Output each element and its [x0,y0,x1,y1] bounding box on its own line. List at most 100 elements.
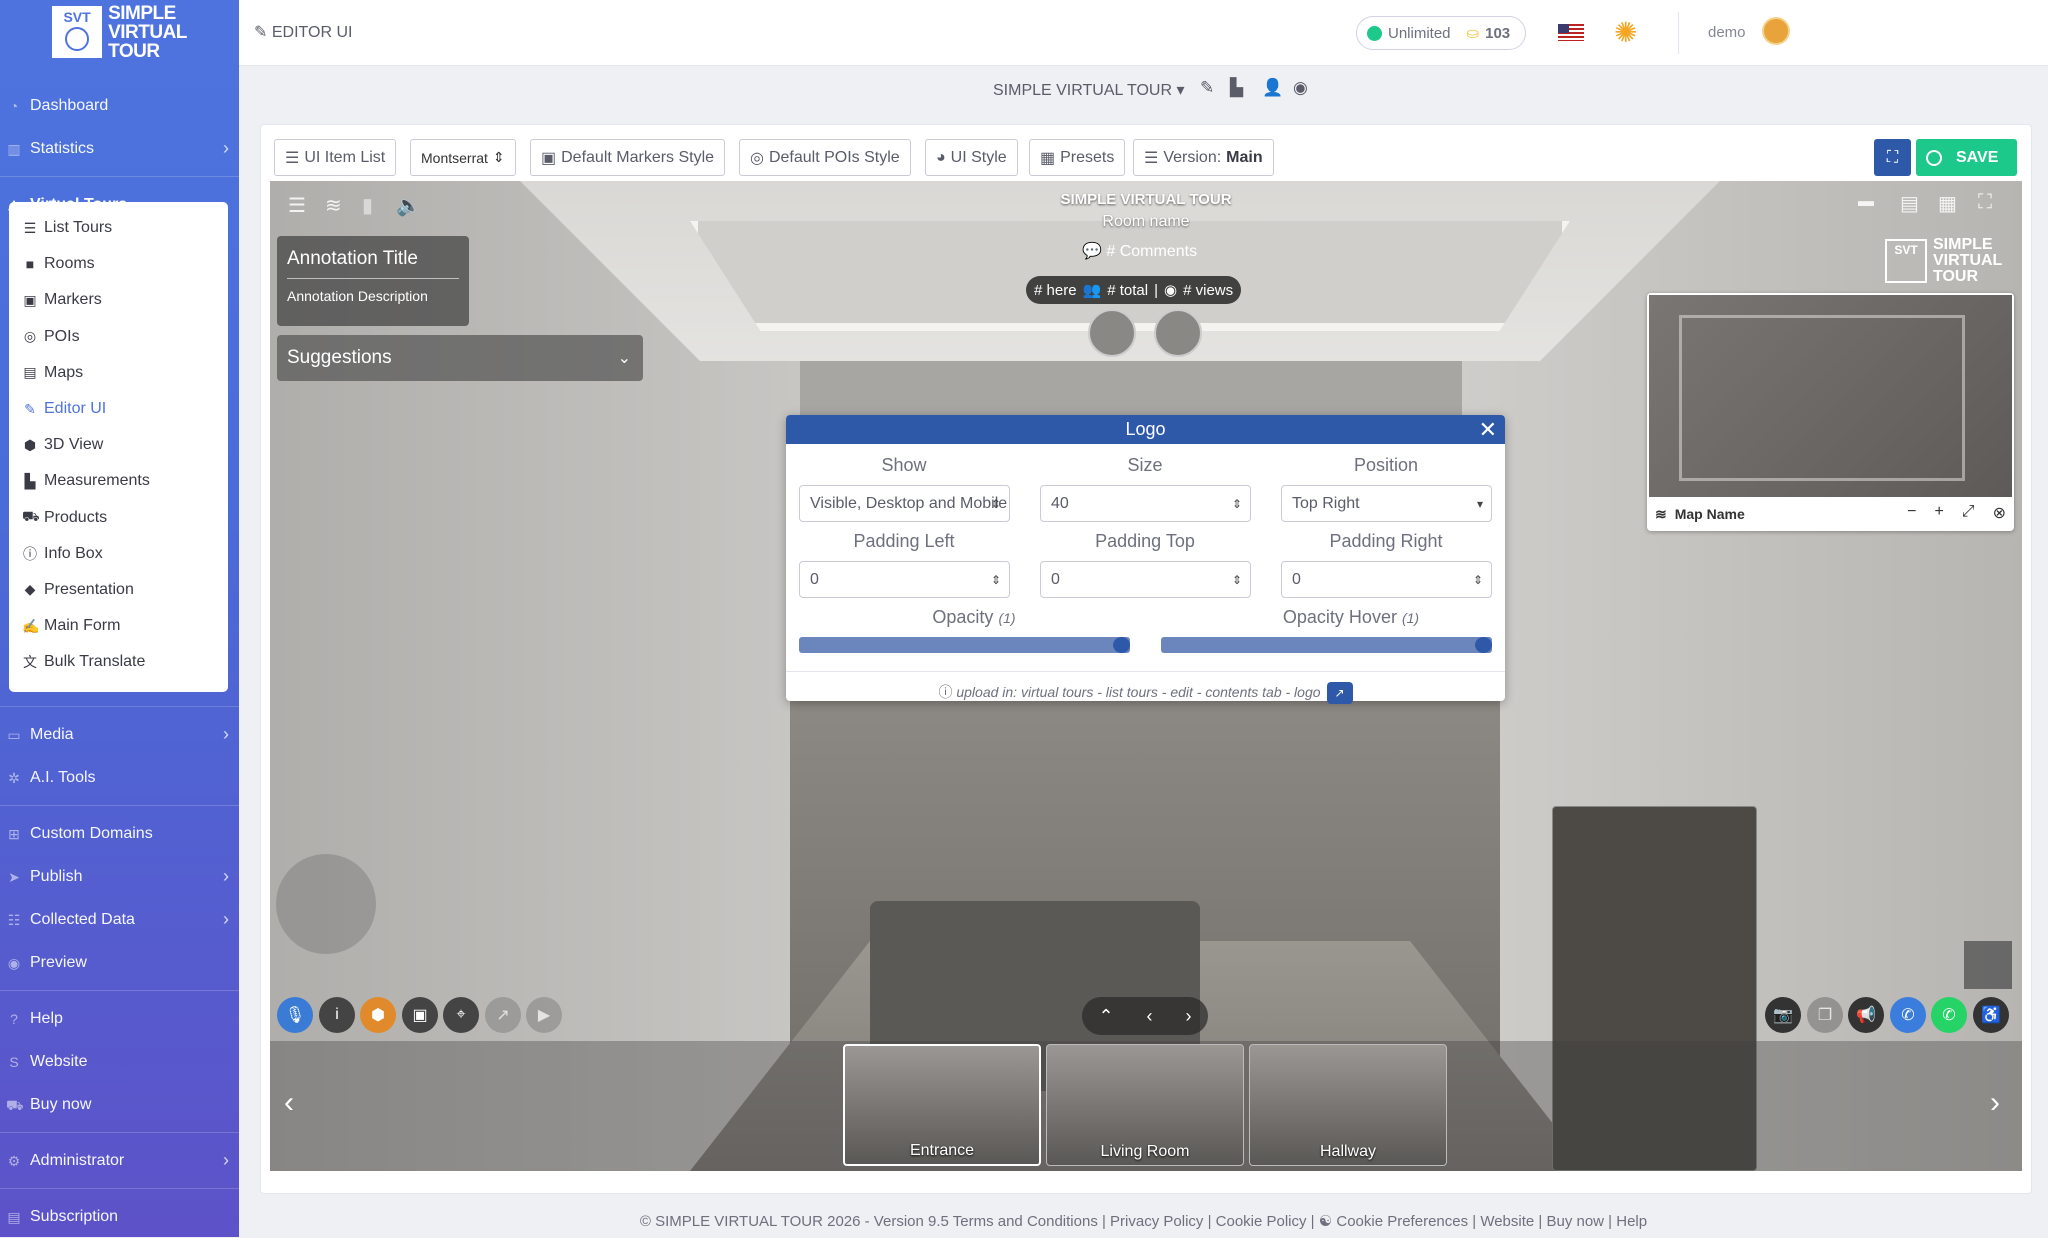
sidebar-item-collected-data[interactable]: ☷ Collected Data › [0,898,239,941]
size-input[interactable]: 40 ⇕ [1040,485,1251,522]
submenu-bulk-translate[interactable]: 文 Bulk Translate [9,644,228,680]
chevron-left-icon[interactable]: ‹ [1147,1006,1153,1027]
brand-logo[interactable]: SVT SIMPLE VIRTUAL TOUR [0,0,239,64]
submenu-maps[interactable]: ▤ Maps [9,355,228,391]
sun-icon[interactable]: ✺ [1614,16,1637,49]
opacity-slider[interactable] [799,637,1130,653]
submenu-pois[interactable]: ◎ POIs [9,319,228,355]
fullscreen-icon[interactable]: ⛶ [1978,191,1992,214]
zoom-in-icon[interactable]: + [1934,503,1943,523]
save-button[interactable]: SAVE [1916,139,2017,176]
floor-plan-image[interactable] [1649,295,2012,497]
sidebar-item-statistics[interactable]: ▥ Statistics › [0,127,239,170]
padding-right-input[interactable]: 0 ⇕ [1281,561,1492,598]
submenu-rooms[interactable]: ■ Rooms [9,246,228,282]
stepper-icon: ⇕ [1231,496,1242,511]
sidebar-item-website[interactable]: S Website [0,1040,239,1083]
user-name[interactable]: demo [1708,24,1746,41]
avatar[interactable] [1088,309,1136,357]
messenger-icon[interactable]: ✆ [1890,997,1926,1033]
show-select[interactable]: Visible, Desktop and Mobile ⇕ [799,485,1010,522]
chevron-left-icon[interactable]: ‹ [284,1086,294,1120]
presets-button[interactable]: ▦ Presets [1029,139,1126,176]
expand-icon[interactable]: ⤢ [1962,503,1975,523]
sidebar-item-buy-now[interactable]: ⛟ Buy now [0,1083,239,1126]
submenu-info-box[interactable]: ⓘ Info Box [9,536,228,572]
megaphone-icon[interactable]: 📢 [1848,997,1884,1033]
sidebar-item-custom-domains[interactable]: ⊞ Custom Domains [0,812,239,855]
avatar[interactable] [1762,17,1790,45]
ui-style-button[interactable]: ◕ UI Style [925,139,1018,176]
sidebar-item-media[interactable]: ▭ Media › [0,713,239,756]
eye-icon[interactable]: ◉ [1293,78,1308,98]
sidebar-item-dashboard[interactable]: ◔ Dashboard [0,84,239,127]
sidebar-item-ai-tools[interactable]: ✲ A.I. Tools [0,756,239,799]
zoom-out-icon[interactable]: − [1907,503,1916,523]
flag-icon[interactable]: ▬ [1858,193,1874,211]
close-icon[interactable]: ⊗ [1993,503,2006,523]
submenu-main-form[interactable]: ✍ Main Form [9,608,228,644]
editor-ui-icon[interactable]: ▙ [1230,78,1243,98]
submenu-measurements[interactable]: ▙ Measurements [9,463,228,499]
sidebar-item-subscription[interactable]: ▤ Subscription [0,1195,239,1238]
submenu-list-tours[interactable]: ☰ List Tours [9,210,228,246]
submenu-presentation[interactable]: ◆ Presentation [9,572,228,608]
comments-link[interactable]: 💬 # Comments [1082,241,1197,261]
sidebar-item-publish[interactable]: ➤ Publish › [0,855,239,898]
navigation-joystick[interactable] [276,854,376,954]
gallery-icon[interactable]: ▣ [402,997,438,1033]
person-icon[interactable]: 👤 [1262,78,1283,98]
chevron-right-icon[interactable]: › [1186,1006,1192,1027]
sidebar-item-help[interactable]: ? Help [0,997,239,1040]
sidebar-item-preview[interactable]: ◉ Preview [0,941,239,984]
submenu-products[interactable]: ⛟ Products [9,500,228,536]
position-select[interactable]: Top Right ▾ [1281,485,1492,522]
bullseye-icon: ◎ [750,149,764,167]
submenu-editor-ui[interactable]: ✎ Editor UI [9,391,228,427]
chevron-down-icon: ⌄ [617,350,631,367]
room-thumbnail-entrance[interactable]: Entrance [843,1044,1041,1166]
default-pois-style-button[interactable]: ◎ Default POIs Style [739,139,911,176]
mic-icon[interactable]: 🎙 [277,997,313,1033]
map-widget[interactable]: ≋ Map Name − + ⤢ ⊗ [1647,293,2014,531]
room-thumbnail-hallway[interactable]: Hallway [1249,1044,1447,1166]
map-icon[interactable]: ▤ [1900,191,1919,216]
chevron-up-icon[interactable]: ⌃ [1098,1006,1113,1027]
padding-top-input[interactable]: 0 ⇕ [1040,561,1251,598]
whatsapp-icon[interactable]: ✆ [1931,997,1967,1033]
accessibility-icon[interactable]: ♿ [1973,997,2009,1033]
avatar[interactable] [1154,309,1202,357]
copy-icon[interactable]: ❐ [1807,997,1843,1033]
external-link-icon[interactable]: ↗ [1326,682,1353,705]
room-thumbnail-living-room[interactable]: Living Room [1046,1044,1244,1166]
tour-title: SIMPLE VIRTUAL TOUR [1060,191,1232,208]
close-icon[interactable]: ✕ [1479,415,1497,444]
submenu-markers[interactable]: ▣ Markers [9,282,228,318]
camera-icon[interactable]: 📷 [1765,997,1801,1033]
padding-left-input[interactable]: 0 ⇕ [799,561,1010,598]
font-select[interactable]: Montserrat ⇕ [410,139,516,176]
version-button[interactable]: ☰ Version: Main [1133,139,1274,176]
edit-icon[interactable]: ✎ [1200,78,1214,98]
default-markers-style-button[interactable]: ▣ Default Markers Style [530,139,726,176]
floorplan-icon[interactable]: ▦ [1938,191,1957,216]
database-icon: ☷ [7,911,21,928]
list-icon: ☰ [23,219,37,236]
chevron-right-icon[interactable]: › [1990,1086,2000,1120]
info-icon[interactable]: i [319,997,355,1033]
cube-icon[interactable]: ⬢ [360,997,396,1033]
tour-selector[interactable]: SIMPLE VIRTUAL TOUR ▾ [993,80,1185,100]
sidebar-item-administrator[interactable]: ⚙ Administrator › [0,1139,239,1182]
opacity-hover-slider[interactable] [1161,637,1492,653]
slider-handle[interactable] [1475,637,1492,653]
submenu-3d-view[interactable]: ⬢ 3D View [9,427,228,463]
credits-badge[interactable]: Unlimited ⛀ 103 [1356,16,1526,50]
slider-handle[interactable] [1113,637,1130,653]
presentation-icon[interactable]: ▶ [526,997,562,1033]
share-icon[interactable]: ↗ [485,997,521,1033]
location-icon[interactable]: ⌖ [443,997,479,1033]
us-flag-icon[interactable] [1558,24,1584,41]
ui-item-list-button[interactable]: ☰ UI Item List [274,139,397,176]
fullscreen-button[interactable]: ⛶ [1874,139,1911,176]
suggestions-dropdown[interactable]: Suggestions ⌄ [277,335,643,381]
